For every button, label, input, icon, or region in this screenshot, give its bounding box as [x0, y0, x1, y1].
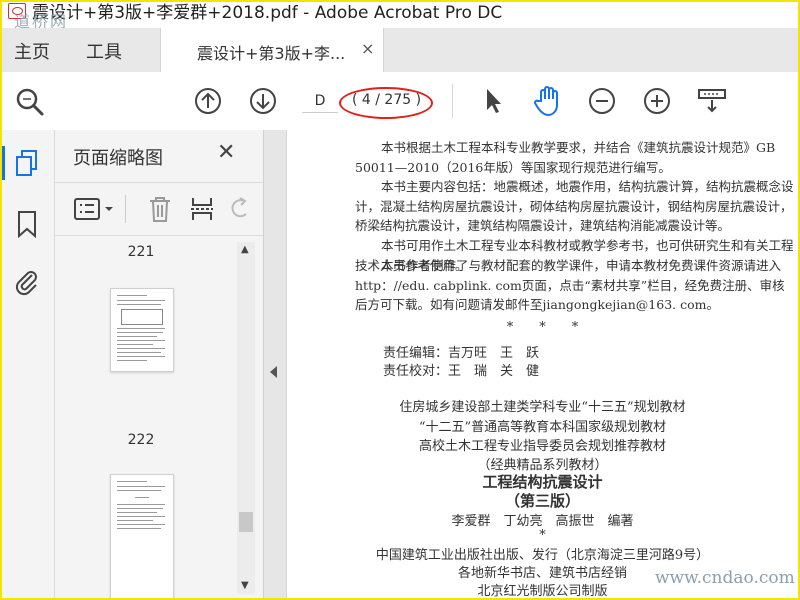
- authors: 李爱群 丁幼亮 高振世 编著: [451, 514, 634, 529]
- close-panel-button[interactable]: ✕: [217, 140, 235, 165]
- scroll-up-icon[interactable]: ▲: [241, 244, 249, 255]
- search-icon[interactable]: [14, 86, 46, 118]
- window-title: 震设计+第3版+李爱群+2018.pdf - Adobe Acrobat Pro…: [32, 3, 503, 23]
- tab-tools[interactable]: 工具: [86, 38, 122, 64]
- page-thumbnail[interactable]: [110, 474, 174, 598]
- thumbnail-label: 221: [127, 244, 155, 260]
- page-number-input[interactable]: D: [302, 90, 338, 113]
- scroll-down-icon[interactable]: ▼: [241, 580, 249, 591]
- site-watermark: www.cndao.com: [655, 568, 795, 588]
- panel-title: 页面缩略图: [73, 148, 163, 169]
- series-line: 高校土木工程专业指导委员会规划推荐教材: [418, 439, 666, 454]
- toolbar-divider: [452, 84, 453, 118]
- paragraph: 本书根据土木工程本科专业教学要求，并结合《建筑抗震设计规范》GB 50011—2…: [355, 140, 776, 175]
- scroll-thumb[interactable]: [239, 512, 253, 532]
- panel-collapse-gutter[interactable]: [264, 130, 287, 598]
- pointer-icon[interactable]: [480, 86, 506, 116]
- panel-toolbar-divider: [125, 195, 126, 223]
- panel-toolbar: [55, 182, 263, 236]
- thumbnail-label: 222: [127, 432, 155, 448]
- bookmark-icon[interactable]: [16, 210, 38, 238]
- paragraph: 本书主要内容包括：地震概述，地震作用，结构抗震计算，结构抗震概念设计，混凝土结构…: [355, 179, 794, 233]
- document-view[interactable]: 本书根据土木工程本科专业教学要求，并结合《建筑抗震设计规范》GB 50011—2…: [287, 130, 798, 598]
- collapse-arrow-icon[interactable]: [270, 366, 277, 378]
- rotate-icon[interactable]: [229, 196, 251, 222]
- zoom-in-icon[interactable]: [642, 86, 672, 116]
- series-line: 住房城乡建设部土建类学科专业“十三五”规划教材: [399, 400, 686, 415]
- left-rail: [2, 130, 55, 598]
- separator: * * *: [506, 320, 579, 335]
- app-window: 震设计+第3版+李爱群+2018.pdf - Adobe Acrobat Pro…: [0, 0, 800, 600]
- thumbnails-panel: 页面缩略图 ✕ 221 222 ▲ ▼: [55, 130, 264, 598]
- options-menu-icon[interactable]: [73, 197, 117, 221]
- annotation-ellipse: [339, 87, 433, 119]
- insert-page-icon[interactable]: [189, 195, 215, 223]
- proofreader-credit: 责任校对：王 瑞 关 健: [383, 364, 540, 379]
- paragraph: 本书作者制作了与教材配套的教学课件，申请本教材免费课件资源请进入http：//e…: [355, 258, 785, 312]
- tab-home[interactable]: 主页: [14, 38, 50, 64]
- hand-icon[interactable]: [532, 84, 564, 118]
- series-line: “十二五”普通高等教育本科国家级规划教材: [418, 420, 667, 435]
- publisher: 中国建筑工业出版社出版、发行（北京海淀三里河路9号）: [375, 548, 710, 563]
- arrow-up-circle-icon[interactable]: [193, 86, 223, 116]
- page-thumbnails-icon[interactable]: [14, 148, 40, 178]
- toolbar: D ( 4 / 275 ): [2, 72, 798, 131]
- tab-document[interactable]: 震设计+第3版+李... ×: [160, 28, 384, 73]
- arrow-down-circle-icon[interactable]: [248, 86, 278, 116]
- attachment-icon[interactable]: [14, 266, 40, 296]
- book-title: 工程结构抗震设计: [482, 473, 603, 491]
- close-tab-button[interactable]: ×: [361, 39, 374, 58]
- editor-credit: 责任编辑：吉万旺 王 跃: [383, 346, 540, 361]
- tab-bar: 主页 工具 震设计+第3版+李... ×: [2, 28, 798, 73]
- edition: （第三版）: [504, 492, 580, 510]
- rail-active-indicator: [2, 146, 5, 180]
- thumbnails-scrollbar[interactable]: ▲ ▼: [237, 242, 255, 594]
- page-thumbnail[interactable]: [110, 288, 174, 372]
- zoom-out-icon[interactable]: [587, 86, 617, 116]
- delete-icon[interactable]: [147, 195, 173, 223]
- title-bar: 震设计+第3版+李爱群+2018.pdf - Adobe Acrobat Pro…: [2, 2, 798, 31]
- document-tab-label: 震设计+第3版+李...: [197, 44, 346, 63]
- scroll-mode-icon[interactable]: [696, 87, 728, 115]
- star: *: [539, 528, 546, 543]
